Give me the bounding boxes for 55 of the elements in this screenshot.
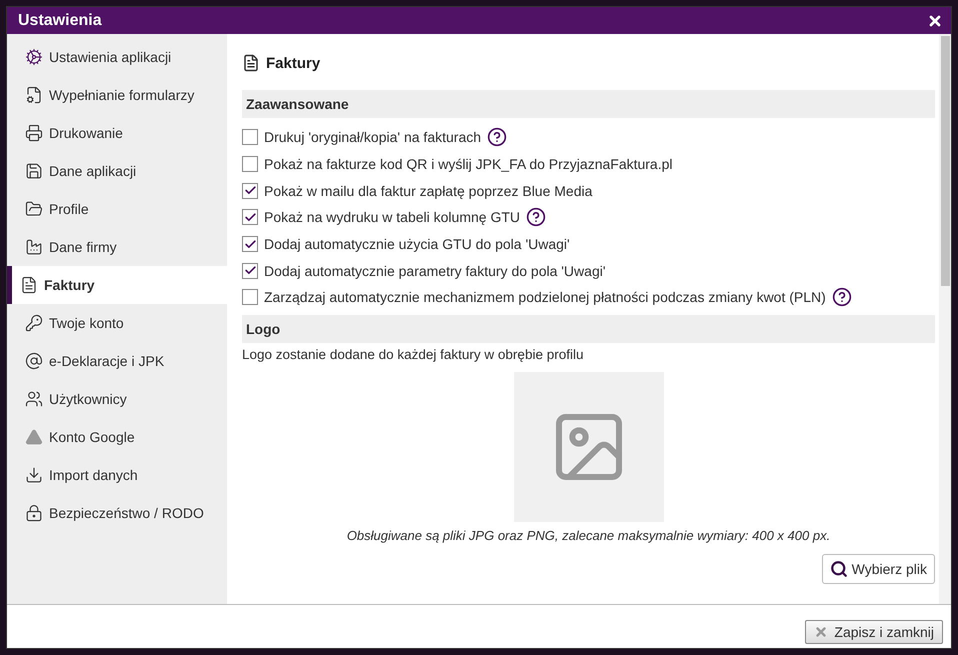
checkbox[interactable] (242, 289, 258, 306)
sidebar-item[interactable]: Ustawienia aplikacji (7, 38, 227, 76)
document-icon (25, 86, 43, 104)
section-heading: Zaawansowane (242, 90, 935, 118)
close-button[interactable] (927, 12, 943, 28)
gear-icon (25, 48, 43, 66)
printer-icon (25, 124, 43, 142)
scrollbar[interactable] (939, 34, 951, 604)
checkbox[interactable] (242, 129, 258, 146)
option-label: Zarządzaj automatycznie mechanizmem podzielonej płatności podczas zmiany kwot (PLN) (264, 289, 826, 306)
sidebar-item[interactable]: Dane firmy (7, 228, 227, 266)
sidebar-item[interactable]: Faktury (7, 266, 227, 304)
padlock-icon (25, 504, 43, 522)
help-icon[interactable] (832, 287, 852, 308)
logo-description: Logo zostanie dodane do każdej faktury w obrębie profilu (242, 346, 584, 362)
help-icon[interactable] (526, 207, 546, 228)
help-icon[interactable] (487, 127, 508, 148)
choose-file-button[interactable]: Wybierz plik (822, 554, 935, 584)
sidebar-item[interactable]: Dane aplikacji (7, 152, 227, 190)
file-hint: Obsługiwane są pliki JPG oraz PNG, zalecane maksymalnie wymiary: 400 x 400 px. (346, 528, 832, 543)
sidebar-item[interactable]: Użytkownicy (7, 380, 227, 418)
checkbox[interactable] (242, 236, 258, 252)
option-label: Pokaż na fakturze kod QR i wyślij JPK_FA do PrzyjaznaFaktura.pl (264, 156, 673, 172)
option-label: Dodaj automatycznie użycia GTU do pola 'Uwagi' (264, 236, 570, 252)
section-heading: Logo (242, 314, 935, 343)
factory-icon (25, 238, 43, 256)
option-label: Dodaj automatycznie parametry faktury do pola 'Uwagi' (264, 262, 606, 279)
sidebar-item[interactable]: Drukowanie (7, 114, 227, 152)
sidebar-item[interactable]: Wypełnianie formularzy (7, 76, 227, 114)
window-title: Ustawienia (18, 12, 102, 30)
option-label: Pokaż w mailu dla faktur zapłatę poprzez Blue Media (264, 182, 592, 199)
checkbox[interactable] (242, 209, 258, 226)
key-icon (25, 314, 43, 332)
folder-icon (25, 200, 43, 218)
sidebar-item[interactable]: Import danych (7, 456, 227, 494)
document-icon (20, 276, 38, 294)
sidebar-item[interactable]: Bezpieczeństwo / RODO (7, 494, 227, 532)
users-icon (25, 390, 43, 408)
checkbox[interactable] (242, 156, 258, 172)
document-icon (242, 54, 260, 72)
sidebar-item[interactable]: Konto Google (7, 418, 227, 456)
sidebar-item[interactable]: Profile (7, 190, 227, 228)
download-icon (25, 466, 43, 484)
close-icon (814, 624, 828, 638)
triangle-icon (25, 428, 43, 446)
sidebar-item[interactable]: Twoje konto (7, 304, 227, 342)
sidebar-item[interactable]: e-Deklaracje i JPK (7, 342, 227, 380)
checkbox[interactable] (242, 182, 258, 199)
search-icon (830, 560, 848, 578)
e-letter-icon (25, 352, 43, 370)
section-title: Faktury (266, 54, 320, 72)
option-label: Drukuj 'oryginał/kopia' na fakturach (264, 129, 482, 146)
save-and-close-button[interactable]: Zapisz i zamknij (805, 620, 943, 644)
option-label: Pokaż na wydruku w tabeli kolumnę GTU (264, 209, 520, 226)
checkbox[interactable] (242, 262, 258, 279)
